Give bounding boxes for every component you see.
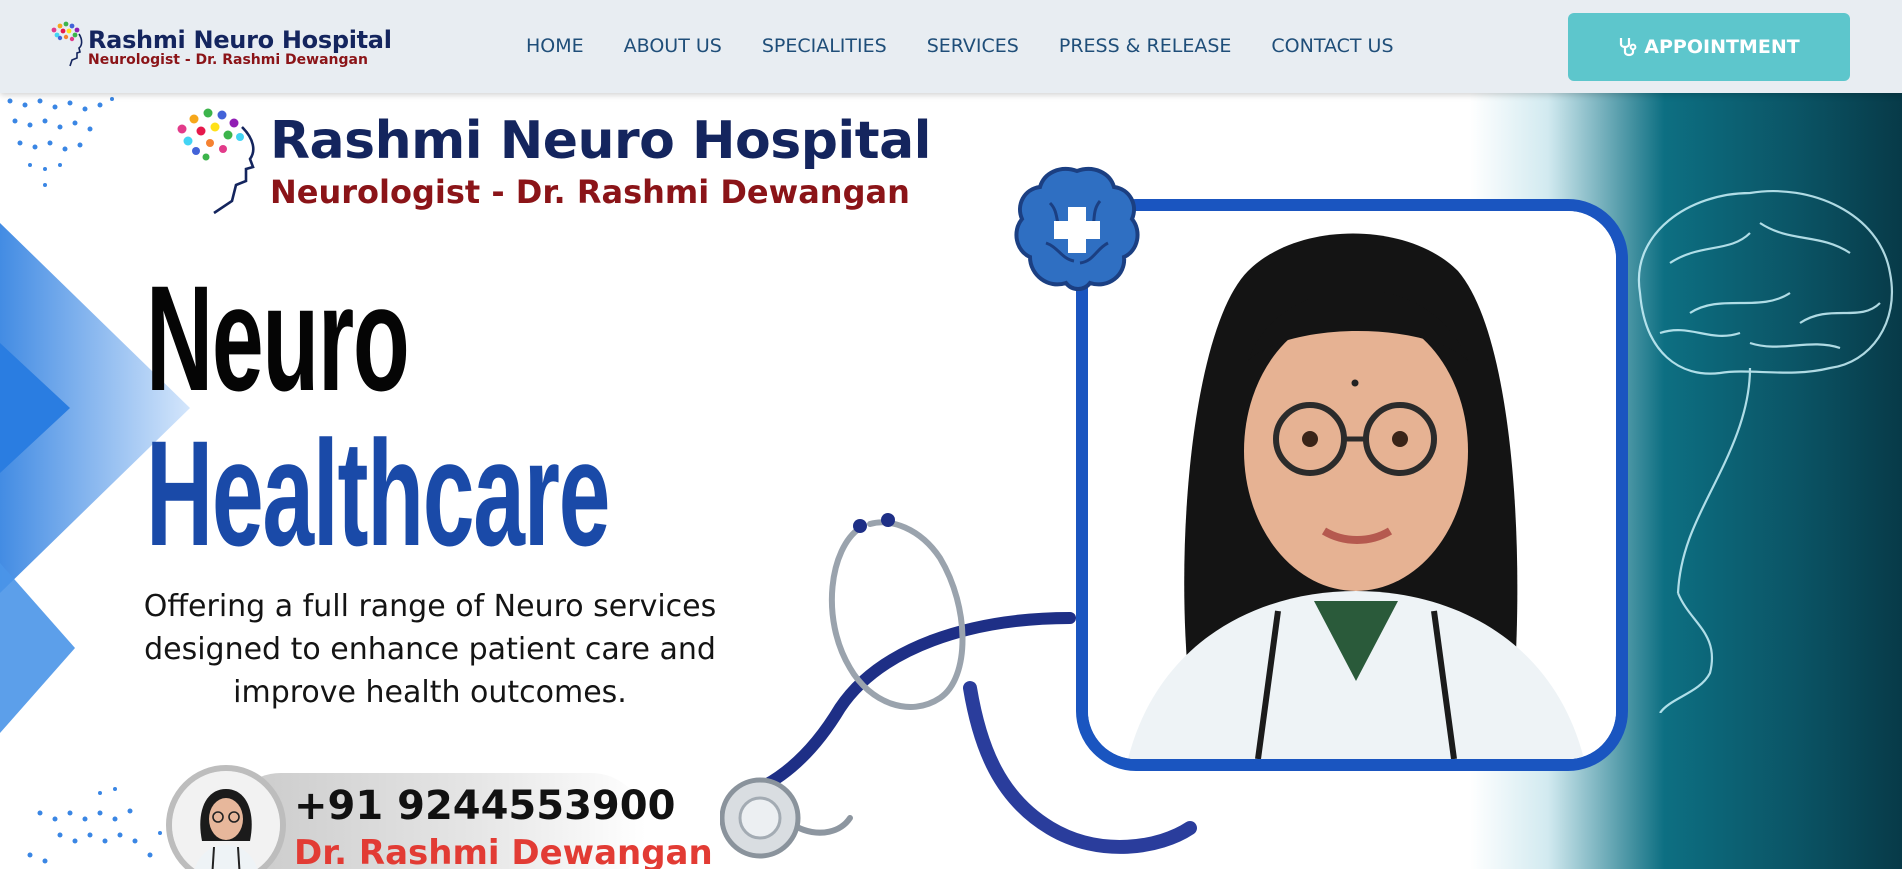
- phone-number[interactable]: +91 9244553900: [294, 783, 675, 829]
- appointment-label: APPOINTMENT: [1644, 36, 1800, 58]
- hero-logo-name: Rashmi Neuro Hospital: [270, 111, 932, 171]
- brain-logo-icon: [51, 21, 83, 67]
- hero-logo: Rashmi Neuro Hospital Neurologist - Dr. …: [170, 105, 932, 215]
- doctor-portrait: [1088, 211, 1616, 759]
- doctor-name: Dr. Rashmi Dewangan: [294, 833, 713, 869]
- nav-specialities[interactable]: SPECIALITIES: [762, 34, 887, 58]
- main-nav: HOME ABOUT US SPECIALITIES SERVICES PRES…: [526, 34, 1434, 58]
- contact-pill[interactable]: +91 9244553900 Dr. Rashmi Dewangan: [166, 765, 713, 869]
- glowing-brain-illustration: [1637, 190, 1893, 713]
- nav-services[interactable]: SERVICES: [927, 34, 1019, 58]
- nav-press-release[interactable]: PRESS & RELEASE: [1059, 34, 1232, 58]
- nav-about-us[interactable]: ABOUT US: [624, 34, 722, 58]
- brain-plus-icon: [1014, 167, 1140, 291]
- logo-subtitle: Neurologist - Dr. Rashmi Dewangan: [88, 52, 368, 68]
- logo-name: Rashmi Neuro Hospital: [88, 26, 392, 54]
- appointment-button[interactable]: APPOINTMENT: [1568, 13, 1850, 81]
- site-logo[interactable]: Rashmi Neuro Hospital Neurologist - Dr. …: [46, 20, 392, 72]
- nav-contact-us[interactable]: CONTACT US: [1271, 34, 1393, 58]
- brain-logo-icon: [177, 108, 255, 215]
- hero-tagline: Offering a full range of Neuro services …: [143, 589, 717, 710]
- hero-heading-line1: Neuro: [146, 254, 410, 422]
- hero-logo-subtitle: Neurologist - Dr. Rashmi Dewangan: [270, 173, 910, 211]
- nav-home[interactable]: HOME: [526, 34, 584, 58]
- hero-banner: Rashmi Neuro Hospital Neurologist - Dr. …: [0, 93, 1902, 869]
- site-header: Rashmi Neuro Hospital Neurologist - Dr. …: [0, 0, 1902, 93]
- doctor-photo: [1076, 199, 1628, 771]
- stethoscope-icon: [1618, 36, 1638, 58]
- hero-heading-line2: Healthcare: [146, 409, 610, 577]
